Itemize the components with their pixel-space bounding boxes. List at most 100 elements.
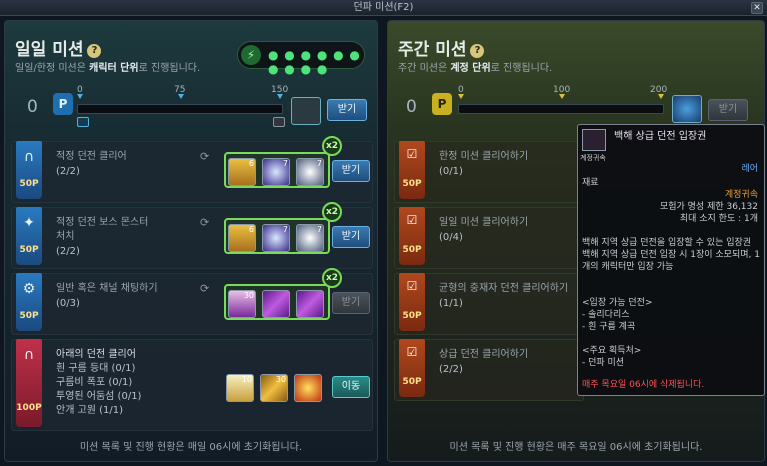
daily-footer: 미션 목록 및 진행 현황은 매일 06시에 초기화됩니다. (79, 442, 303, 453)
reward-orb-icon[interactable]: 7 (262, 158, 290, 186)
window-titlebar: 던파 미션(F2) ✕ (0, 0, 767, 16)
chest-icon[interactable] (273, 117, 285, 127)
calendar-icon: ☑ (406, 345, 418, 359)
weekly-claim-button[interactable]: 받기 (708, 99, 748, 121)
mission-progress: (1/1) (439, 298, 463, 309)
reward-orb-icon[interactable]: 7 (262, 224, 290, 252)
daily-mission-panel: 일일 미션? 일일/한정 미션은 캐릭터 단위로 진행됩니다. ⚡ ● ● ● … (4, 20, 378, 462)
ticket-item-icon (582, 129, 606, 151)
reward-items: 10 30 (224, 370, 330, 406)
points-banner: ∩ 100P (16, 339, 42, 427)
claim-button-disabled[interactable]: 받기 (332, 292, 370, 314)
tooltip-binding: 계정귀속 (724, 190, 758, 200)
point-icon: P (53, 93, 73, 115)
claim-button[interactable]: 받기 (332, 226, 370, 248)
calendar-icon: ☑ (406, 147, 418, 161)
claim-button[interactable]: 받기 (332, 160, 370, 182)
mission-name: 균형의 중재자 던전 클리어하기 (439, 283, 569, 294)
tick-marker (658, 94, 664, 99)
reward-gold-icon[interactable]: 30 (260, 374, 288, 402)
weekly-footer: 미션 목록 및 진행 현황은 매주 목요일 06시에 초기화됩니다. (449, 442, 703, 453)
mission-points: 50P (19, 311, 39, 321)
daily-progress-bar (77, 104, 283, 114)
tooltip-title: 백해 상급 던전 입장권 (614, 131, 707, 142)
reward-box-icon[interactable] (291, 97, 321, 125)
close-button[interactable]: ✕ (751, 2, 763, 14)
points-banner: ☑ 50P (399, 339, 425, 397)
tooltip-dungeons: - 솔리다리스 - 흰 구름 계곡 (582, 310, 636, 332)
refresh-icon[interactable]: ⟳ (200, 150, 209, 163)
reward-items: 30 (224, 284, 330, 320)
multiplier-badge: x2 (322, 268, 342, 288)
help-icon[interactable]: ? (470, 44, 485, 58)
refresh-icon[interactable]: ⟳ (200, 216, 209, 229)
energy-gauge: ⚡ ● ● ● ● ● ● ● ● ● ● (237, 41, 365, 76)
mission-row: ⚙ 50P 일반 혹은 채널 채팅하기 (0/3) ⟳ 30 x2 받기 (11, 268, 373, 335)
mission-progress: (0/4) (439, 232, 463, 243)
calendar-icon: ☑ (406, 279, 418, 293)
points-banner: ☑ 50P (399, 141, 425, 199)
reward-ticket-icon[interactable]: 10 (226, 374, 254, 402)
gear-icon: ⚙ (22, 281, 36, 297)
tooltip-dungeons-head: <입장 가능 던전> (582, 298, 653, 308)
points-banner: ∩ 50P (16, 141, 42, 199)
mission-progress: (0/3) (56, 298, 80, 309)
weekly-mission-row: ☑ 50P 한정 미션 클리어하기 (0/1) (394, 141, 584, 203)
reward-ticket-icon[interactable]: 30 (228, 290, 256, 318)
weekly-points-value: 0 (406, 97, 417, 117)
daily-description: 일일/한정 미션은 캐릭터 단위로 진행됩니다. (15, 63, 201, 74)
mission-points: 100P (16, 403, 42, 413)
ticket-reward-icon[interactable] (672, 95, 702, 123)
mission-name: 일반 혹은 채널 채팅하기 (56, 283, 158, 294)
tick-marker (559, 94, 565, 99)
help-icon[interactable]: ? (87, 44, 102, 58)
magnet-icon: ∩ (23, 149, 35, 165)
tooltip-source: - 던파 미션 (582, 358, 625, 368)
boss-icon: ✦ (23, 215, 35, 231)
tick-marker (77, 94, 83, 99)
magnet-icon: ∩ (23, 347, 35, 363)
mission-progress: (2/2) (439, 364, 463, 375)
reward-ticket-icon[interactable]: 6 (228, 158, 256, 186)
points-banner: ☑ 50P (399, 207, 425, 265)
weekly-description: 주간 미션은 계정 단위로 진행됩니다. (398, 63, 553, 74)
window-title: 던파 미션(F2) (353, 2, 414, 13)
daily-claim-button[interactable]: 받기 (327, 99, 367, 121)
weekly-progress-bar (458, 104, 664, 114)
mission-name: 아래의 던전 클리어 (56, 349, 136, 360)
reward-ticket-icon[interactable]: 6 (228, 224, 256, 252)
mission-name: 한정 미션 클리어하기 (439, 151, 529, 162)
tick-marker (458, 94, 464, 99)
multiplier-badge: x2 (322, 136, 342, 156)
calendar-icon: ☑ (406, 213, 418, 227)
weekly-title: 주간 미션? (398, 35, 485, 60)
tooltip-expire: 매주 목요일 06시에 삭제됩니다. (582, 380, 705, 390)
mission-name: 일일 미션 클리어하기 (439, 217, 529, 228)
daily-points-value: 0 (27, 97, 38, 117)
multiplier-badge: x2 (322, 202, 342, 222)
weekly-mission-row: ☑ 50P 균형의 중재자 던전 클리어하기 (1/1) (394, 273, 584, 335)
item-tooltip: 계정귀속 백해 상급 던전 입장권 레어 재료 계정귀속 모험가 명성 제한 3… (577, 124, 765, 396)
mission-progress: (2/2) (56, 166, 80, 177)
reward-orb-icon[interactable]: 7 (296, 158, 324, 186)
tooltip-category: 재료 (582, 178, 599, 188)
weekly-mission-row: ☑ 50P 상급 던전 클리어하기 (2/2) (394, 339, 584, 401)
daily-title: 일일 미션? (15, 35, 102, 60)
reward-burst-icon[interactable] (294, 374, 322, 402)
mission-name: 상급 던전 클리어하기 (439, 349, 529, 360)
points-banner: ✦ 50P (16, 207, 42, 265)
mission-row: ∩ 100P 아래의 던전 클리어 흰 구름 등대 (0/1) 구름비 폭포 (… (11, 339, 373, 431)
battery-icon: ⚡ (241, 45, 261, 65)
refresh-icon[interactable]: ⟳ (200, 282, 209, 295)
move-button[interactable]: 이동 (332, 376, 370, 398)
tooltip-description: 백해 지역 상급 던전을 입장할 수 있는 입장권 백해 지역 상급 던전 입장… (582, 238, 760, 272)
energy-dots: ● ● ● ● ● ● ● ● ● ● (268, 48, 361, 76)
points-banner: ⚙ 50P (16, 273, 42, 331)
point-icon: P (432, 93, 452, 115)
reward-crystal-icon[interactable] (262, 290, 290, 318)
reward-orb-icon[interactable]: 7 (296, 224, 324, 252)
points-banner: ☑ 50P (399, 273, 425, 331)
chest-icon[interactable] (77, 117, 89, 127)
reward-crystal-icon[interactable] (296, 290, 324, 318)
mission-row: ✦ 50P 적정 던전 보스 몬스터 처치 (2/2) ⟳ 6 7 7 x2 받… (11, 202, 373, 269)
